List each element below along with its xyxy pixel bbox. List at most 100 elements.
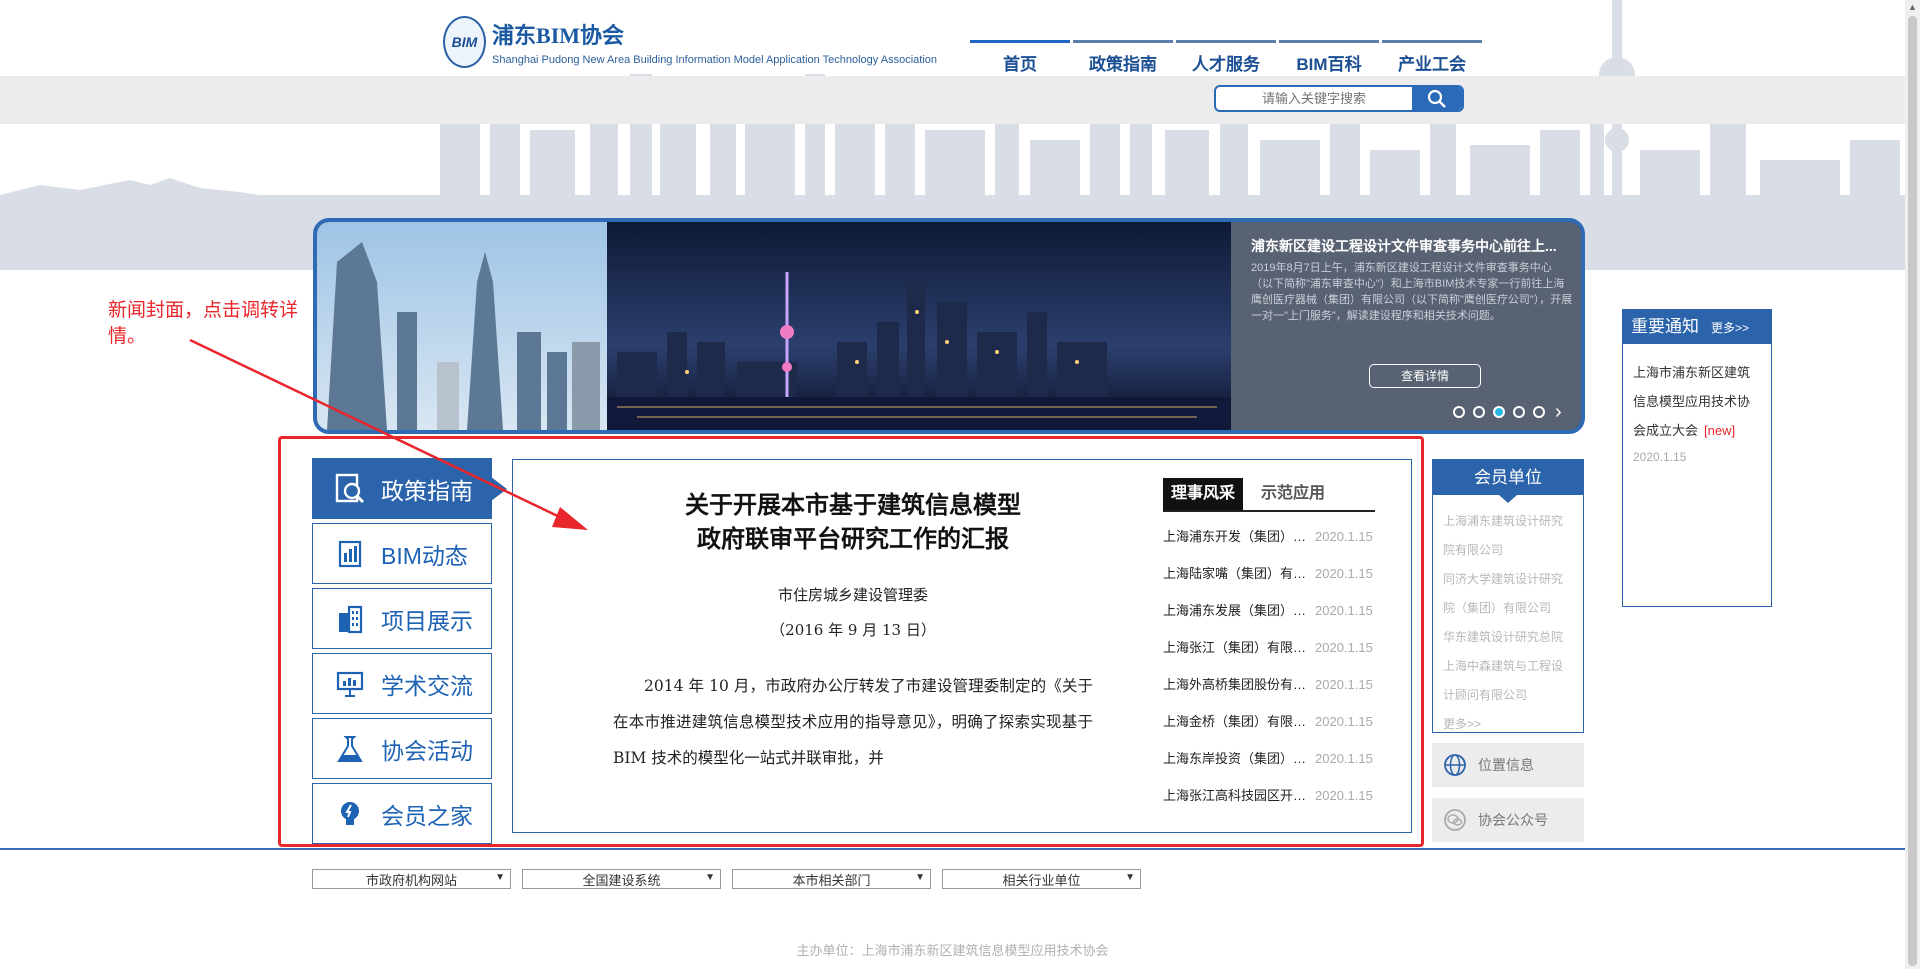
flask-icon bbox=[331, 730, 369, 768]
sidebar-item-activities[interactable]: 协会活动 bbox=[312, 718, 492, 779]
carousel-dot-2[interactable] bbox=[1473, 406, 1485, 418]
globe-icon bbox=[1442, 752, 1468, 778]
carousel-dot-1[interactable] bbox=[1453, 406, 1465, 418]
list-item[interactable]: 上海陆家嘴（集团）有限公司2020.1.15 bbox=[1163, 563, 1375, 600]
search-icon bbox=[1427, 89, 1446, 108]
location-info-label: 位置信息 bbox=[1478, 757, 1534, 773]
list-item[interactable]: 上海东岸投资（集团）有限公司2020.1.15 bbox=[1163, 748, 1375, 785]
banner-info-panel: 浦东新区建设工程设计文件审查事务中心前往上... 2019年8月7日上午，浦东新… bbox=[1231, 222, 1581, 430]
search-button[interactable] bbox=[1412, 87, 1462, 110]
carousel-next-icon[interactable]: › bbox=[1555, 402, 1562, 422]
sidebar-item-projects[interactable]: 项目展示 bbox=[312, 588, 492, 649]
member-item[interactable]: 上海浦东建筑设计研究 bbox=[1443, 507, 1573, 536]
scroll-up-icon[interactable]: ▲ bbox=[1908, 2, 1917, 12]
wechat-icon bbox=[1442, 807, 1468, 833]
scrollbar-thumb[interactable] bbox=[1908, 16, 1917, 966]
document-title-line-2: 政府联审平台研究工作的汇报 bbox=[697, 524, 1009, 553]
member-units-title: 会员单位 bbox=[1433, 460, 1583, 503]
main-nav: 首页 政策指南 人才服务 BIM百科 产业工会 bbox=[970, 40, 1485, 74]
tab-demo-applications[interactable]: 示范应用 bbox=[1253, 478, 1333, 510]
member-item[interactable]: 院有限公司 bbox=[1443, 536, 1573, 565]
search-input[interactable] bbox=[1216, 87, 1412, 110]
member-more-link[interactable]: 更多>> bbox=[1443, 710, 1573, 739]
content-panel: 关于开展本市基于建筑信息模型 政府联审平台研究工作的汇报 市住房城乡建设管理委 … bbox=[512, 459, 1412, 833]
nav-bim-wiki[interactable]: BIM百科 bbox=[1279, 40, 1379, 74]
document-organization: 市住房城乡建设管理委 bbox=[777, 586, 928, 604]
sidebar-item-label: 政策指南 bbox=[381, 477, 473, 504]
search-box bbox=[1214, 85, 1464, 112]
select-national-construction[interactable]: 全国建设系统 ▼ bbox=[522, 869, 721, 889]
notice-title: 重要通知 bbox=[1631, 317, 1699, 336]
document-date: （2016 年 9 月 13 日） bbox=[770, 621, 936, 639]
banner-news-summary: 2019年8月7日上午，浦东新区建设工程设计文件审查事务中心（以下简称"浦东审查… bbox=[1251, 262, 1573, 322]
list-item[interactable]: 上海金桥（集团）有限公司 2020.1.15 bbox=[1163, 711, 1375, 748]
banner-cover-image[interactable] bbox=[317, 222, 1231, 430]
carousel-dot-3[interactable] bbox=[1493, 406, 1505, 418]
related-links-selects: 市政府机构网站 ▼ 全国建设系统 ▼ 本市相关部门 ▼ 相关行业单位 ▼ bbox=[312, 869, 1152, 889]
bim-emblem-icon: BIM bbox=[443, 16, 487, 68]
member-item[interactable]: 计顾问有限公司 bbox=[1443, 681, 1573, 710]
chevron-down-icon: ▼ bbox=[915, 872, 925, 883]
list-item[interactable]: 上海浦东开发（集团）有限公司2020.1.15 bbox=[1163, 526, 1375, 563]
wechat-account-button[interactable]: 协会公众号 bbox=[1432, 798, 1584, 842]
news-banner[interactable]: 浦东新区建设工程设计文件审查事务中心前往上... 2019年8月7日上午，浦东新… bbox=[313, 218, 1585, 434]
tab-directors[interactable]: 理事风采 bbox=[1163, 478, 1244, 510]
location-info-button[interactable]: 位置信息 bbox=[1432, 743, 1584, 787]
select-gov-websites[interactable]: 市政府机构网站 ▼ bbox=[312, 869, 511, 889]
member-item[interactable]: 上海中森建筑与工程设 bbox=[1443, 652, 1573, 681]
nav-home[interactable]: 首页 bbox=[970, 40, 1070, 74]
select-industry-units[interactable]: 相关行业单位 ▼ bbox=[942, 869, 1141, 889]
view-details-button[interactable]: 查看详情 bbox=[1369, 364, 1481, 388]
site-title: 浦东BIM协会 bbox=[492, 23, 625, 48]
carousel-indicators: › bbox=[1453, 402, 1562, 422]
news-tabs: 理事风采 示范应用 bbox=[1163, 478, 1375, 512]
banner-news-title[interactable]: 浦东新区建设工程设计文件审查事务中心前往上... bbox=[1251, 236, 1571, 256]
sidebar-item-label: BIM动态 bbox=[381, 542, 468, 569]
page-scrollbar[interactable]: ▲ bbox=[1905, 0, 1920, 969]
member-item[interactable]: 华东建筑设计研究总院 bbox=[1443, 623, 1573, 652]
chevron-down-icon: ▼ bbox=[495, 872, 505, 883]
member-units-panel: 会员单位 上海浦东建筑设计研究 院有限公司 同济大学建筑设计研究 院（集团）有限… bbox=[1432, 459, 1584, 733]
building-icon bbox=[331, 600, 369, 638]
nav-policy-guide[interactable]: 政策指南 bbox=[1073, 40, 1173, 74]
category-sidebar: 政策指南 BIM动态 项目展示 学术交流 协会活动 会员之家 bbox=[312, 458, 507, 848]
sidebar-item-academic[interactable]: 学术交流 bbox=[312, 653, 492, 714]
site-logo[interactable]: BIM 浦东BIM协会 Shanghai Pudong New Area Bui… bbox=[441, 10, 937, 74]
nav-talent-service[interactable]: 人才服务 bbox=[1176, 40, 1276, 74]
list-item[interactable]: 上海张江（集团）有限公司 2020.1.15 bbox=[1163, 637, 1375, 674]
list-item[interactable]: 上海外高桥集团股份有限公司2020.1.15 bbox=[1163, 674, 1375, 711]
list-item[interactable]: 上海浦东发展（集团）有限公司2020.1.15 bbox=[1163, 600, 1375, 637]
member-item[interactable]: 同济大学建筑设计研究 bbox=[1443, 565, 1573, 594]
sidebar-item-bim-news[interactable]: BIM动态 bbox=[312, 523, 492, 584]
header-grey-band bbox=[0, 76, 1905, 124]
annotation-note: 新闻封面，点击调转详情。 bbox=[108, 300, 299, 347]
notice-more-link[interactable]: 更多>> bbox=[1711, 311, 1749, 345]
important-notice-panel: 重要通知 更多>> 上海市浦东新区建筑信息模型应用技术协会成立大会 [new] 2… bbox=[1622, 309, 1772, 607]
sidebar-item-policy-guide[interactable]: 政策指南 bbox=[312, 458, 507, 519]
list-item[interactable]: 上海张江高科技园区开发股份有限公司2020.1.15 bbox=[1163, 785, 1375, 822]
news-list: 上海浦东开发（集团）有限公司2020.1.15 上海陆家嘴（集团）有限公司202… bbox=[1163, 526, 1375, 822]
chevron-down-icon: ▼ bbox=[705, 872, 715, 883]
sidebar-item-label: 会员之家 bbox=[381, 802, 473, 829]
notice-date: 2020.1.15 bbox=[1633, 450, 1687, 464]
member-item[interactable]: 院（集团）有限公司 bbox=[1443, 594, 1573, 623]
report-icon bbox=[331, 535, 369, 573]
news-cover-document[interactable]: 关于开展本市基于建筑信息模型 政府联审平台研究工作的汇报 市住房城乡建设管理委 … bbox=[613, 488, 1093, 776]
document-body: 2014 年 10 月，市政府办公厅转发了市建设管理委制定的《关于在本市推进建筑… bbox=[613, 677, 1093, 767]
nav-industry-union[interactable]: 产业工会 bbox=[1382, 40, 1482, 74]
new-badge: [new] bbox=[1704, 423, 1736, 438]
sidebar-item-label: 协会活动 bbox=[381, 737, 473, 764]
document-title-line-1: 关于开展本市基于建筑信息模型 bbox=[685, 490, 1021, 519]
presentation-icon bbox=[331, 665, 369, 703]
footer-divider bbox=[0, 848, 1905, 850]
carousel-dot-5[interactable] bbox=[1533, 406, 1545, 418]
wechat-account-label: 协会公众号 bbox=[1478, 812, 1548, 828]
site-subtitle: Shanghai Pudong New Area Building Inform… bbox=[492, 54, 937, 66]
bulb-icon bbox=[331, 795, 369, 833]
chevron-down-icon: ▼ bbox=[1125, 872, 1135, 883]
sidebar-item-label: 学术交流 bbox=[381, 672, 473, 699]
sidebar-item-member-home[interactable]: 会员之家 bbox=[312, 783, 492, 844]
select-city-departments[interactable]: 本市相关部门 ▼ bbox=[732, 869, 931, 889]
footer-copyright: 主办单位：上海市浦东新区建筑信息模型应用技术协会 bbox=[796, 943, 1109, 958]
carousel-dot-4[interactable] bbox=[1513, 406, 1525, 418]
